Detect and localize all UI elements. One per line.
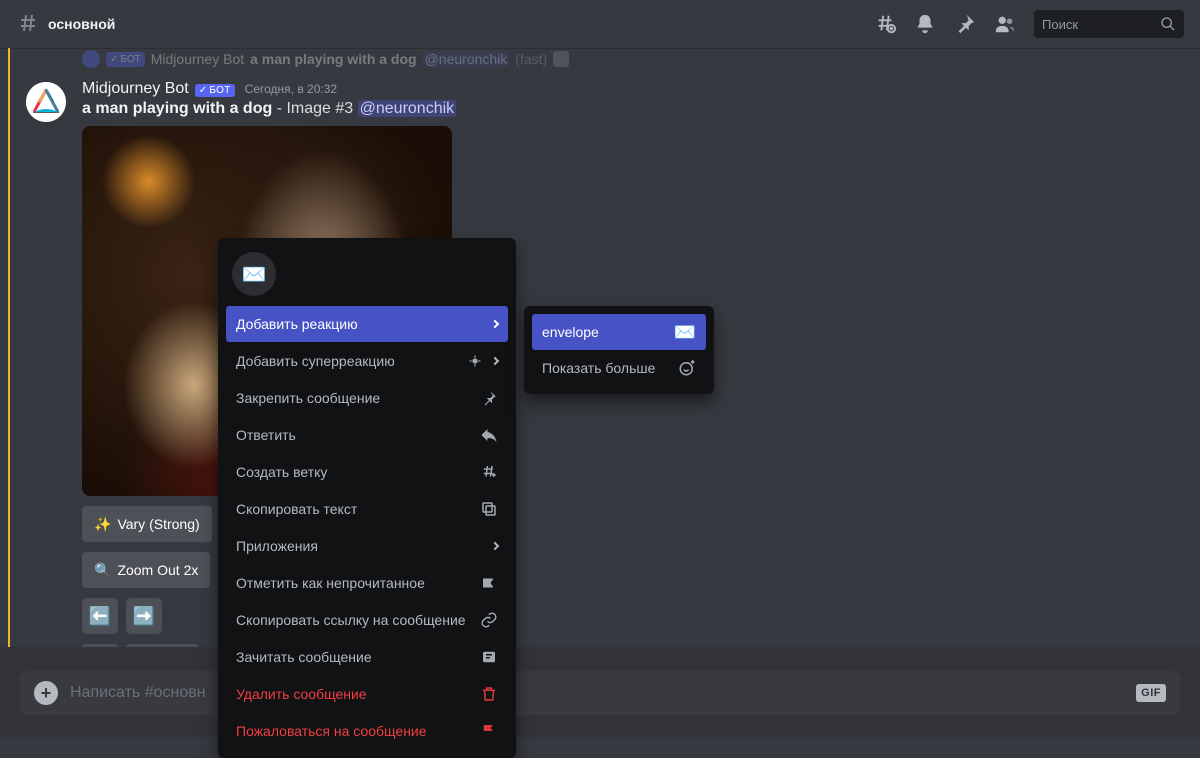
submenu-show-more[interactable]: Показать больше [532,350,706,386]
content-rest: - Image #3 [272,100,357,117]
submenu-label: Показать больше [542,360,655,376]
search-placeholder: Поиск [1042,17,1160,32]
attachment-icon [553,51,569,67]
ctx-label: Удалить сообщение [236,686,367,702]
avatar-small [82,50,100,68]
envelope-icon: ✉️ [674,322,696,343]
ctx-reply[interactable]: Ответить [226,417,508,453]
vary-strong-button[interactable]: ✨ Vary (Strong) [82,506,212,542]
ctx-speak-message[interactable]: Зачитать сообщение [226,639,508,675]
timestamp: Сегодня, в 20:32 [245,82,337,96]
chevron-right-icon [491,357,499,365]
mention[interactable]: @neuronchik [358,100,457,117]
arrow-right-button[interactable]: ➡️ [126,598,162,634]
copy-icon [480,500,498,518]
unread-icon [480,574,498,592]
message-content: a man playing with a dog - Image #3 @neu… [82,100,1200,118]
ctx-label: Добавить суперреакцию [236,353,395,369]
speak-icon [480,648,498,666]
content: a man playing with a dog [250,51,416,67]
link-icon [480,611,498,629]
bot-badge: ✓ БОТ [106,52,145,67]
pin-icon [480,389,498,407]
ctx-report-message[interactable]: Пожаловаться на сообщение [226,713,508,749]
composer: + Написать #основн GIF [20,671,1180,715]
flag-icon [480,722,498,740]
mention[interactable]: @neuronchik [423,51,510,67]
reply-icon [480,426,498,444]
members-icon[interactable] [994,13,1016,35]
pin-icon[interactable] [954,13,976,35]
author-name[interactable]: Midjourney Bot [82,80,189,98]
header-left: основной [16,11,115,38]
header-actions: Поиск [874,10,1184,38]
emoji-preview[interactable]: ✉️ [232,252,276,296]
content-bold: a man playing with a dog [82,100,272,117]
submenu-envelope[interactable]: envelope ✉️ [532,314,706,350]
context-menu: ✉️ Добавить реакцию Добавить суперреакци… [218,238,516,758]
attach-button[interactable]: + [34,681,58,705]
bell-icon[interactable] [914,13,936,35]
search-icon [1160,16,1176,32]
author-name: Midjourney Bot [151,51,244,67]
ctx-label: Ответить [236,427,296,443]
ctx-pin-message[interactable]: Закрепить сообщение [226,380,508,416]
ctx-label: Скопировать ссылку на сообщение [236,612,466,628]
submenu-label: envelope [542,324,599,340]
ctx-add-reaction[interactable]: Добавить реакцию [226,306,508,342]
gif-button[interactable]: GIF [1136,684,1166,702]
channel-name: основной [48,16,115,32]
trash-icon [480,685,498,703]
chevron-right-icon [491,320,499,328]
hash-icon [16,11,40,38]
avatar[interactable] [26,82,66,122]
reaction-submenu: envelope ✉️ Показать больше [524,306,714,394]
ctx-delete-message[interactable]: Удалить сообщение [226,676,508,712]
ctx-label: Отметить как непрочитанное [236,575,425,591]
previous-message-partial: ✓ БОТ Midjourney Bot a man playing with … [82,48,1200,68]
ctx-add-super-reaction[interactable]: Добавить суперреакцию [226,343,508,379]
ctx-label: Скопировать текст [236,501,357,517]
message-header: Midjourney Bot ✓ БОТ Сегодня, в 20:32 [82,80,1200,98]
emoji-add-icon [678,359,696,377]
search-input[interactable]: Поиск [1034,10,1184,38]
ctx-label: Добавить реакцию [236,316,358,332]
channel-header: основной Поиск [0,0,1200,48]
bot-badge: ✓ БОТ [195,84,235,97]
arrow-left-button[interactable]: ⬅️ [82,598,118,634]
ctx-label: Приложения [236,538,318,554]
zoom-out-2x-button[interactable]: 🔍 Zoom Out 2x [82,552,210,588]
chevron-right-icon [491,542,499,550]
ctx-copy-link[interactable]: Скопировать ссылку на сообщение [226,602,508,638]
burst-icon [466,352,484,370]
ctx-copy-text[interactable]: Скопировать текст [226,491,508,527]
thread-icon [480,463,498,481]
threads-icon[interactable] [874,13,896,35]
ctx-label: Закрепить сообщение [236,390,380,406]
suffix: (fast) [515,51,547,67]
ctx-create-thread[interactable]: Создать ветку [226,454,508,490]
ctx-label: Создать ветку [236,464,327,480]
ctx-label: Зачитать сообщение [236,649,372,665]
ctx-mark-unread[interactable]: Отметить как непрочитанное [226,565,508,601]
ctx-apps[interactable]: Приложения [226,528,508,564]
